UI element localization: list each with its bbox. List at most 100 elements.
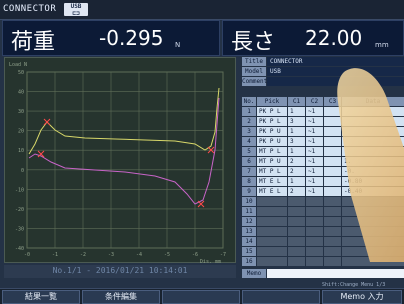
table-cell-c2: ~1 xyxy=(306,107,323,116)
table-cell-c1: 3 xyxy=(288,137,305,146)
table-cell-pick xyxy=(257,247,287,256)
y-tick-label: 10 xyxy=(18,148,24,154)
table-cell-pick xyxy=(257,207,287,216)
col-header-no: No. xyxy=(242,97,256,106)
softkey-condition-edit[interactable]: 条件編集 xyxy=(82,290,160,304)
softkey-4[interactable] xyxy=(242,290,320,304)
table-cell-no: 12 xyxy=(242,217,256,226)
meta-comment-key: Comment xyxy=(242,77,268,86)
table-row[interactable]: 15 xyxy=(240,247,404,257)
table-row[interactable]: 10 xyxy=(240,197,404,207)
x-tick-label: -5 xyxy=(164,252,170,258)
series-a-curve xyxy=(28,87,220,155)
softkey-result-list[interactable]: 結果一覧 xyxy=(2,290,80,304)
table-cell-no: 16 xyxy=(242,257,256,266)
softkey-3[interactable] xyxy=(162,290,240,304)
y-tick-label: -10 xyxy=(15,187,24,193)
table-cell-no: 4 xyxy=(242,137,256,146)
table-cell-c2 xyxy=(306,257,323,266)
table-cell-c2: ~1 xyxy=(306,127,323,136)
table-cell-c2 xyxy=(306,197,323,206)
meta-comment-value xyxy=(267,77,404,86)
x-tick-label: -1 xyxy=(52,252,58,258)
table-cell-data xyxy=(342,147,404,156)
table-cell-c1 xyxy=(288,237,305,246)
table-cell-c2: ~1 xyxy=(306,167,323,176)
table-cell-pick: PK P L xyxy=(257,117,287,126)
meta-model-value: USB xyxy=(267,67,404,76)
table-cell-c1 xyxy=(288,197,305,206)
load-value: -0.295 xyxy=(99,26,164,50)
table-cell-c2 xyxy=(306,227,323,236)
table-row[interactable]: 16 xyxy=(240,257,404,267)
table-cell-no: 13 xyxy=(242,227,256,236)
table-cell-c3 xyxy=(324,227,341,236)
table-cell-no: 15 xyxy=(242,247,256,256)
meta-model-row[interactable]: Model USB xyxy=(240,67,404,77)
softkey-bar: 結果一覧 条件編集 Memo 入力 xyxy=(0,288,404,304)
table-row[interactable]: 9 MT E L 2 ~1 -0.40 xyxy=(240,187,404,197)
table-cell-pick: MT P L xyxy=(257,167,287,176)
table-cell-c3 xyxy=(324,127,341,136)
table-row[interactable]: 8 MT E L 1 ~1 -0.80 xyxy=(240,177,404,187)
table-cell-c1: 1 xyxy=(288,177,305,186)
usb-badge-label: USB xyxy=(70,3,82,10)
table-cell-c3 xyxy=(324,147,341,156)
table-row[interactable]: 13 xyxy=(240,227,404,237)
table-cell-pick: MT E L xyxy=(257,187,287,196)
table-row[interactable]: 7 MT P L 2 ~1 -0. xyxy=(240,167,404,177)
col-header-c2: C2 xyxy=(306,97,323,106)
memo-field[interactable] xyxy=(267,269,404,278)
table-cell-pick: MT P U xyxy=(257,157,287,166)
table-cell-c1: 3 xyxy=(288,117,305,126)
table-cell-c3 xyxy=(324,137,341,146)
table-cell-data: -0. xyxy=(342,167,404,176)
x-tick-label: -2 xyxy=(80,252,86,258)
x-tick-label: -3 xyxy=(108,252,114,258)
memo-row[interactable]: Memo xyxy=(240,269,404,279)
table-cell-no: 8 xyxy=(242,177,256,186)
table-row[interactable]: 2 PK P L 3 ~1 xyxy=(240,117,404,127)
table-cell-pick xyxy=(257,197,287,206)
table-cell-pick: MT P L xyxy=(257,147,287,156)
y-tick-label: 30 xyxy=(18,109,24,115)
table-cell-no: 6 xyxy=(242,157,256,166)
table-cell-c3 xyxy=(324,167,341,176)
table-row[interactable]: 5 MT P L 1 ~1 xyxy=(240,147,404,157)
table-cell-no: 9 xyxy=(242,187,256,196)
table-row[interactable]: 12 xyxy=(240,217,404,227)
x-tick-label: -7 xyxy=(220,252,226,258)
table-cell-c3 xyxy=(324,257,341,266)
y-tick-label: 0 xyxy=(21,168,24,174)
table-cell-c1: 1 xyxy=(288,147,305,156)
table-cell-no: 11 xyxy=(242,207,256,216)
plot-frame xyxy=(26,71,224,249)
title-bar: CONNECTOR USB ⊏⊐ xyxy=(0,0,404,20)
y-tick-label: 50 xyxy=(18,70,24,76)
softkey-memo-input[interactable]: Memo 入力 xyxy=(322,290,402,304)
table-row[interactable]: 11 xyxy=(240,207,404,217)
table-row[interactable]: 4 PK P U 3 ~1 xyxy=(240,137,404,147)
table-cell-c2: ~1 xyxy=(306,187,323,196)
table-cell-data xyxy=(342,237,404,246)
table-row[interactable]: 6 MT P U 2 ~1 1. xyxy=(240,157,404,167)
record-info: No.1/1 - 2016/01/21 10:14:01 xyxy=(52,266,188,275)
peak-marker xyxy=(43,118,51,126)
table-row[interactable]: 14 xyxy=(240,237,404,247)
meta-comment-row[interactable]: Comment xyxy=(240,77,404,87)
table-cell-pick: PK P U xyxy=(257,137,287,146)
series-b-curve xyxy=(28,97,220,205)
x-tick-label: -6 xyxy=(192,252,198,258)
table-cell-data xyxy=(342,197,404,206)
table-cell-c2 xyxy=(306,207,323,216)
load-displacement-graph[interactable]: 50 40 30 20 10 0 -10 -20 -30 -40 -0 -1 -2 -3 -4 -5 -6 -7 L… xyxy=(4,57,236,264)
table-cell-c3 xyxy=(324,207,341,216)
table-cell-c3 xyxy=(324,117,341,126)
table-cell-data xyxy=(342,257,404,266)
y-tick-label: -40 xyxy=(15,246,24,252)
meta-title-row[interactable]: Title CONNECTOR xyxy=(240,57,404,67)
table-cell-data: 1. xyxy=(342,157,404,166)
table-row[interactable]: 3 PK P U 1 ~1 xyxy=(240,127,404,137)
table-row[interactable]: 1 PK P L 1 ~1 xyxy=(240,107,404,117)
y-tick-label: -20 xyxy=(15,207,24,213)
